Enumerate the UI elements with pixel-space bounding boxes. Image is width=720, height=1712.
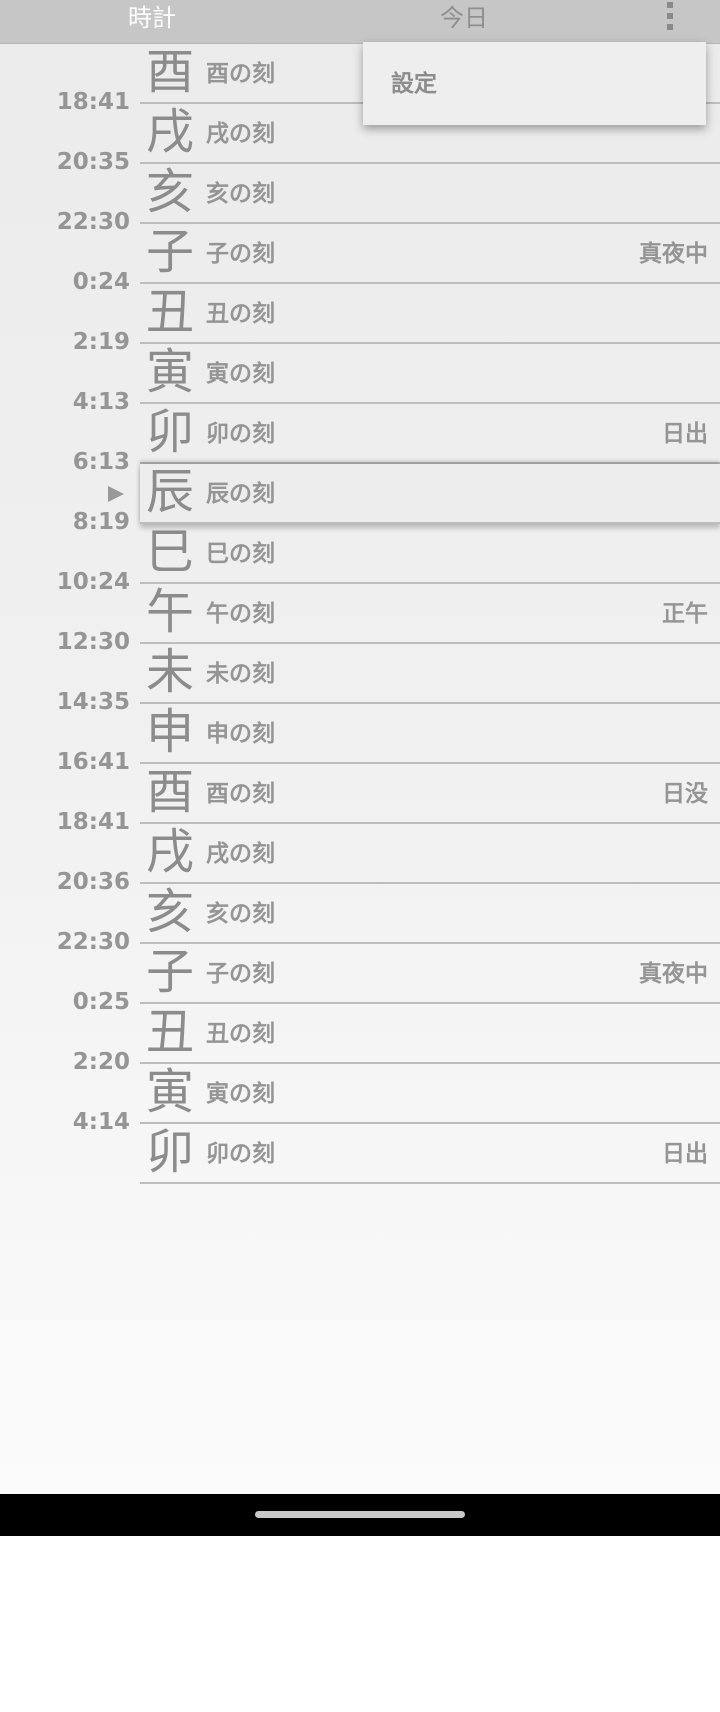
list-item[interactable]: 戌戌の刻 — [140, 824, 720, 884]
period-name: 卯の刻 — [206, 421, 275, 447]
list-item[interactable]: 丑丑の刻 — [140, 284, 720, 344]
list-item[interactable]: 未未の刻 — [140, 644, 720, 704]
boundary-time: 10:24 — [56, 569, 130, 595]
boundary-time: 2:20 — [72, 1049, 130, 1075]
boundary-time: 14:35 — [56, 689, 130, 715]
list-item[interactable]: 亥亥の刻 — [140, 164, 720, 224]
boundary-time: 0:24 — [72, 269, 130, 295]
period-kanji: 戌 — [145, 824, 194, 880]
boundary-time: 22:30 — [56, 209, 130, 235]
period-name: 丑の刻 — [206, 1021, 275, 1047]
period-kanji: 子 — [145, 224, 194, 280]
boundary-time: 4:13 — [72, 389, 130, 415]
overflow-menu: 設定 — [363, 42, 706, 125]
period-kanji: 寅 — [145, 344, 194, 400]
list-item[interactable]: 巳巳の刻 — [140, 524, 720, 584]
boundary-time: 16:41 — [56, 749, 130, 775]
boundary-time: 12:30 — [56, 629, 130, 655]
period-kanji: 未 — [145, 644, 194, 700]
list-item[interactable]: 午午の刻 正午 — [140, 584, 720, 644]
boundary-time: 6:13 — [72, 449, 130, 475]
period-kanji: 巳 — [145, 524, 194, 580]
period-kanji: 酉 — [145, 44, 194, 100]
period-kanji: 子 — [145, 944, 194, 1000]
period-note: 日没 — [662, 781, 708, 807]
boundary-time: 20:36 — [56, 869, 130, 895]
period-note: 真夜中 — [639, 961, 708, 987]
period-note: 正午 — [662, 601, 708, 627]
more-vert-icon[interactable] — [660, 0, 680, 36]
period-name: 寅の刻 — [206, 361, 275, 387]
boundary-time: 4:14 — [72, 1109, 130, 1135]
boundary-time: 18:41 — [56, 809, 130, 835]
period-name: 辰の刻 — [206, 481, 275, 507]
list-item[interactable]: 申申の刻 — [140, 704, 720, 764]
tab-today[interactable]: 今日 — [440, 0, 488, 43]
list-item[interactable]: 寅寅の刻 — [140, 1064, 720, 1124]
period-note: 日出 — [662, 421, 708, 447]
list-item[interactable]: 寅寅の刻 — [140, 344, 720, 404]
boundary-time: 0:25 — [72, 989, 130, 1015]
period-name: 戌の刻 — [206, 841, 275, 867]
tab-clock[interactable]: 時計 — [128, 0, 176, 43]
period-note: 日出 — [662, 1141, 708, 1167]
system-navigation-bar — [0, 1494, 720, 1536]
period-name: 巳の刻 — [206, 541, 275, 567]
list-item[interactable]: 亥亥の刻 — [140, 884, 720, 944]
top-app-bar: 時計 今日 — [0, 0, 720, 44]
boundary-time: 20:35 — [56, 149, 130, 175]
period-kanji: 卯 — [145, 1124, 194, 1180]
period-kanji: 辰 — [145, 464, 194, 520]
boundary-time: 22:30 — [56, 929, 130, 955]
period-kanji: 酉 — [145, 764, 194, 820]
period-name: 酉の刻 — [206, 61, 275, 87]
period-name: 子の刻 — [206, 961, 275, 987]
period-kanji: 丑 — [145, 284, 194, 340]
period-name: 卯の刻 — [206, 1141, 275, 1167]
current-period-arrow-icon — [108, 486, 124, 502]
boundary-time: 8:19 — [72, 509, 130, 535]
period-name: 亥の刻 — [206, 181, 275, 207]
period-kanji: 寅 — [145, 1064, 194, 1120]
period-kanji: 卯 — [145, 404, 194, 460]
period-note: 真夜中 — [639, 241, 708, 267]
period-kanji: 戌 — [145, 104, 194, 160]
home-gesture-handle[interactable] — [255, 1511, 465, 1518]
list-item[interactable]: 丑丑の刻 — [140, 1004, 720, 1064]
boundary-time: 18:41 — [56, 89, 130, 115]
list-item[interactable]: 子子の刻 真夜中 — [140, 224, 720, 284]
boundary-time: 2:19 — [72, 329, 130, 355]
row-divider — [140, 522, 720, 524]
row-divider — [140, 1182, 720, 1184]
period-name: 未の刻 — [206, 661, 275, 687]
list-item[interactable]: 卯卯の刻 日出 — [140, 404, 720, 464]
period-name: 亥の刻 — [206, 901, 275, 927]
period-name: 寅の刻 — [206, 1081, 275, 1107]
period-name: 午の刻 — [206, 601, 275, 627]
list-item[interactable]: 卯卯の刻 日出 — [140, 1124, 720, 1184]
period-kanji: 亥 — [145, 884, 194, 940]
period-name: 申の刻 — [206, 721, 275, 747]
period-kanji: 丑 — [145, 1004, 194, 1060]
list-item[interactable]: 子子の刻 真夜中 — [140, 944, 720, 1004]
period-kanji: 申 — [145, 704, 194, 760]
list-item[interactable]: 酉酉の刻 日没 — [140, 764, 720, 824]
period-name: 戌の刻 — [206, 121, 275, 147]
period-kanji: 亥 — [145, 164, 194, 220]
list-item[interactable]: 辰辰の刻 — [140, 464, 720, 524]
app-screen: 時計 今日 酉酉の刻戌戌の刻亥亥の刻子子の刻 真夜中丑丑の刻寅寅の刻卯卯の刻 日出辰… — [0, 0, 720, 1494]
period-kanji: 午 — [145, 584, 194, 640]
period-name: 酉の刻 — [206, 781, 275, 807]
menu-item-settings[interactable]: 設定 — [391, 62, 437, 106]
period-name: 子の刻 — [206, 241, 275, 267]
period-name: 丑の刻 — [206, 301, 275, 327]
